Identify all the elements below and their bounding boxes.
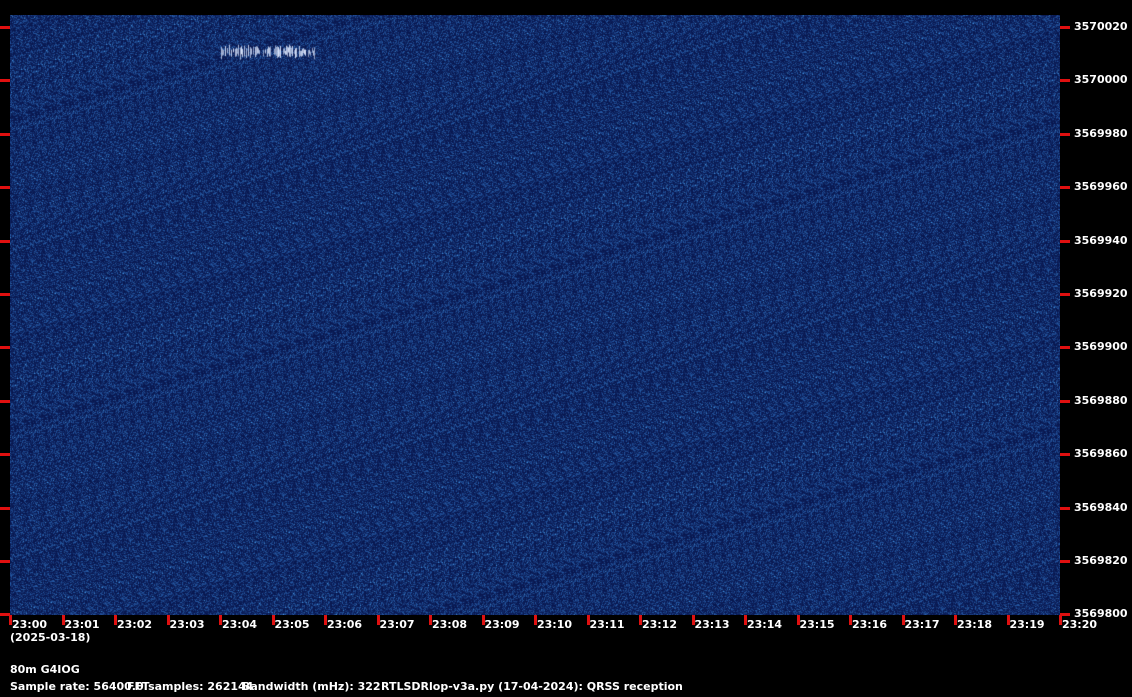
- waterfall-spectrogram: [10, 15, 1060, 615]
- y-tick-right: [1060, 239, 1070, 243]
- waterfall-canvas: [10, 15, 1060, 615]
- y-tick-label: 3569840: [1074, 500, 1128, 514]
- y-tick-right: [1060, 293, 1070, 296]
- y-tick-right: [1060, 186, 1070, 190]
- x-tick-label: 23:09: [484, 618, 520, 631]
- x-tick-label: 23:03: [169, 618, 205, 631]
- bandwidth-label: Bandwidth (mHz): 322: [242, 680, 381, 693]
- y-tick-label: 3569980: [1074, 126, 1128, 140]
- y-tick-label: 3569900: [1074, 340, 1128, 354]
- fft-samples-label: FFTsamples: 262144: [127, 680, 254, 693]
- y-tick-right: [1060, 399, 1070, 403]
- x-tick-label: 23:15: [799, 618, 835, 631]
- y-tick-right: [1060, 560, 1070, 563]
- x-tick-label: 23:12: [642, 618, 678, 631]
- x-tick-label: 23:00: [12, 618, 48, 631]
- y-tick-left: [0, 239, 10, 243]
- y-tick-right: [1060, 346, 1070, 350]
- x-tick-label: 23:13: [694, 618, 730, 631]
- y-tick-left: [0, 346, 10, 350]
- y-tick-left: [0, 132, 10, 136]
- y-tick-left: [0, 453, 10, 457]
- x-tick-label: 23:07: [379, 618, 415, 631]
- y-tick-label: 3569860: [1074, 447, 1128, 461]
- y-tick-label: 3570020: [1074, 20, 1128, 33]
- y-tick-right: [1060, 453, 1070, 457]
- x-tick-label: 23:04: [222, 618, 258, 631]
- x-tick-label: 23:05: [274, 618, 310, 631]
- x-tick-label: 23:10: [537, 618, 573, 631]
- y-tick-label: 3569920: [1074, 287, 1128, 300]
- x-tick-label: 23:01: [64, 618, 100, 631]
- y-tick-label: 3569940: [1074, 233, 1128, 247]
- y-tick-right: [1060, 79, 1070, 83]
- y-tick-right: [1060, 132, 1070, 136]
- y-tick-left: [0, 560, 10, 563]
- x-tick-label: 23:19: [1009, 618, 1045, 631]
- x-tick-label: 23:20: [1062, 618, 1098, 631]
- y-tick-label: 3569960: [1074, 180, 1128, 194]
- y-tick-label: 3569880: [1074, 393, 1128, 407]
- station-label: 80m G4IOG: [10, 663, 80, 676]
- y-tick-label: 3569820: [1074, 554, 1128, 567]
- y-tick-left: [0, 506, 10, 510]
- y-tick-left: [0, 399, 10, 403]
- y-tick-left: [0, 186, 10, 190]
- x-tick-label: 23:18: [957, 618, 993, 631]
- x-tick-label: 23:16: [852, 618, 888, 631]
- sample-rate-label: Sample rate: 56400.0: [10, 680, 144, 693]
- software-label: RTLSDRlop-v3a.py (17-04-2024): QRSS rece…: [381, 680, 683, 693]
- y-tick-right: [1060, 506, 1070, 510]
- y-tick-label: 3570000: [1074, 73, 1128, 87]
- y-tick-left: [0, 26, 10, 29]
- x-tick-label: 23:17: [904, 618, 940, 631]
- y-tick-left: [0, 293, 10, 296]
- date-label: (2025-03-18): [10, 631, 91, 644]
- x-tick-label: 23:08: [432, 618, 468, 631]
- y-tick-right: [1060, 26, 1070, 29]
- x-tick-label: 23:14: [747, 618, 783, 631]
- y-tick-left: [0, 79, 10, 83]
- x-tick-label: 23:11: [589, 618, 625, 631]
- x-tick-label: 23:02: [117, 618, 153, 631]
- x-tick-label: 23:06: [327, 618, 363, 631]
